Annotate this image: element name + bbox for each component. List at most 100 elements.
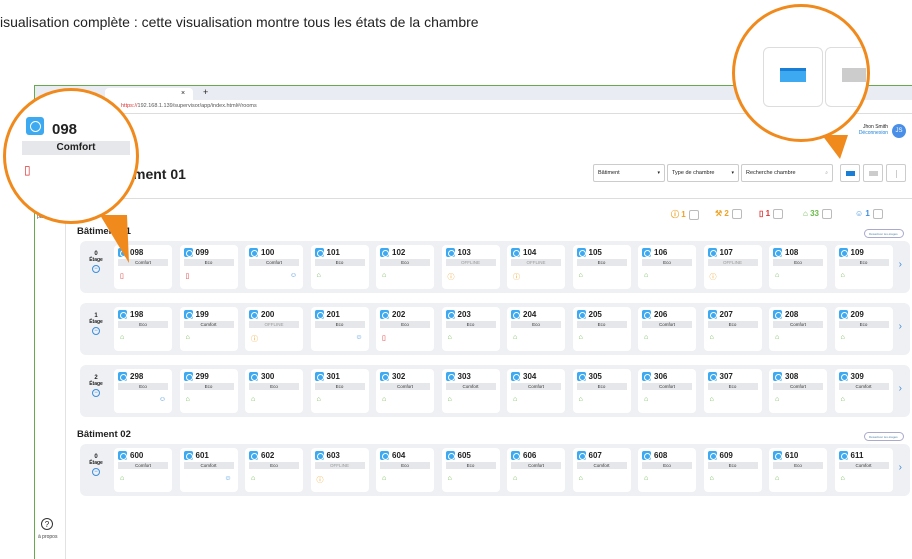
room-card[interactable]: 108 Eco ⌂	[769, 245, 827, 289]
room-card[interactable]: 109 Eco ⌂	[834, 245, 893, 289]
room-card[interactable]: 207 Eco ⌂	[703, 307, 762, 351]
room-card[interactable]: 302 Comfort ⌂	[376, 369, 434, 413]
avatar[interactable]: JS	[892, 124, 906, 138]
room-card[interactable]: 205 Eco ⌂	[572, 307, 631, 351]
room-card[interactable]: 308 Comfort ⌂	[769, 369, 827, 413]
ok-icon: ⌂	[120, 334, 125, 341]
room-card[interactable]: 100 Comfort ☺	[245, 245, 303, 289]
browser-tab[interactable]: ×	[105, 88, 193, 100]
room-card[interactable]: 209 Eco ⌂	[834, 307, 893, 351]
checkbox[interactable]	[688, 209, 699, 220]
room-card[interactable]: 300 Eco ⌂	[245, 369, 303, 413]
room-card[interactable]: 606 Comfort ⌂	[507, 448, 565, 492]
room-card[interactable]: 203 Eco ⌂	[441, 307, 500, 351]
chevron-right-icon[interactable]: ›	[899, 462, 902, 473]
room-card[interactable]: 204 Eco ⌂	[507, 307, 565, 351]
room-card[interactable]: 201 Eco ☺	[310, 307, 369, 351]
view-compact-button[interactable]	[825, 47, 867, 107]
room-card[interactable]: 304 Comfort ⌂	[507, 369, 565, 413]
room-card[interactable]: 208 Comfort ⌂	[769, 307, 827, 351]
room-card[interactable]: 307 Eco ⌂	[703, 369, 762, 413]
callout-pointer	[100, 215, 129, 263]
room-card[interactable]: 206 Comfort ⌂	[638, 307, 696, 351]
new-tab-button[interactable]: +	[203, 87, 208, 97]
search-input[interactable]: Recherche chambre ⌕	[741, 164, 833, 182]
room-card[interactable]: 106 Eco ⌂	[638, 245, 696, 289]
room-card[interactable]: 102 Eco ⌂	[376, 245, 434, 289]
status-alarm[interactable]: ▯ 1	[759, 209, 784, 221]
room-number: 605	[457, 451, 471, 460]
status-warning[interactable]: ⓘ 1	[671, 209, 699, 221]
checkbox[interactable]	[773, 209, 784, 219]
room-card[interactable]: 603 OFFLINE ⓘ	[310, 448, 369, 492]
chevron-right-icon[interactable]: ›	[899, 321, 902, 332]
status-maintenance[interactable]: ⚒ 2	[715, 209, 742, 221]
checkbox[interactable]	[821, 209, 832, 219]
room-card[interactable]: 298 Eco ☺	[114, 369, 172, 413]
status-maintenance-count: 2	[724, 209, 729, 219]
room-card[interactable]: 306 Comfort ⌂	[638, 369, 696, 413]
room-card[interactable]: 305 Eco ⌂	[572, 369, 631, 413]
room-card[interactable]: 301 Eco ⌂	[310, 369, 369, 413]
status-ok[interactable]: ⌂ 33	[803, 209, 832, 221]
warning-icon: ⓘ	[251, 336, 258, 343]
room-card[interactable]: 198 Eco ⌂	[114, 307, 172, 351]
room-status-icon	[445, 248, 455, 257]
user-icon: ☺	[289, 272, 297, 279]
status-occupied[interactable]: ☺ 1	[855, 209, 883, 221]
view-compact-button[interactable]	[863, 164, 883, 182]
room-card[interactable]: 601 Comfort ☺	[179, 448, 238, 492]
view-complete-button[interactable]	[840, 164, 860, 182]
toggle-floors-button[interactable]: Désactiver les étages	[864, 432, 904, 441]
room-card[interactable]: 303 Comfort ⌂	[441, 369, 500, 413]
room-card[interactable]: 099 Eco ▯	[179, 245, 238, 289]
logout-link[interactable]: Déconnexion	[859, 130, 888, 136]
toggle-floors-button[interactable]: Désactiver les étages	[864, 229, 904, 238]
room-card[interactable]: 611 Comfort ⌂	[834, 448, 893, 492]
checkbox[interactable]	[872, 209, 883, 219]
room-mode: Eco	[773, 462, 823, 469]
room-number: 608	[654, 451, 668, 460]
room-status-icon	[838, 451, 848, 460]
room-card[interactable]: 199 Comfort ⌂	[179, 307, 238, 351]
room-card[interactable]: 103 OFFLINE ⓘ	[441, 245, 500, 289]
room-card[interactable]: 604 Eco ⌂	[376, 448, 434, 492]
chevron-right-icon[interactable]: ›	[899, 383, 902, 394]
room-card[interactable]: 605 Eco ⌂	[441, 448, 500, 492]
room-card[interactable]: 608 Eco ⌂	[638, 448, 696, 492]
room-card[interactable]: 309 Comfort ⌂	[834, 369, 893, 413]
room-card[interactable]: 609 Eco ⌂	[703, 448, 762, 492]
view-complete-button[interactable]	[763, 47, 823, 107]
collapse-icon[interactable]: −	[92, 389, 100, 397]
room-card[interactable]: 200 OFFLINE ⓘ	[245, 307, 303, 351]
room-card[interactable]: 202 Eco ▯	[376, 307, 434, 351]
room-card[interactable]: 299 Eco ⌂	[179, 369, 238, 413]
view-list-button[interactable]	[886, 164, 906, 182]
chevron-right-icon[interactable]: ›	[899, 259, 902, 270]
collapse-icon[interactable]: −	[92, 468, 100, 476]
room-card[interactable]: 105 Eco ⌂	[572, 245, 631, 289]
checkbox[interactable]	[731, 209, 742, 219]
room-card[interactable]: 104 OFFLINE ⓘ	[507, 245, 565, 289]
room-card[interactable]: 607 Comfort ⌂	[572, 448, 631, 492]
room-card[interactable]: 600 Comfort ⌂	[114, 448, 172, 492]
room-type-select[interactable]: Type de chambre ▾	[667, 164, 739, 182]
url-protocol: https://	[121, 103, 138, 109]
building-select[interactable]: Bâtiment ▾	[593, 164, 665, 182]
ok-icon: ⌂	[775, 396, 780, 403]
url-text[interactable]: https://192.168.1.139/supervisor/app/ind…	[121, 103, 257, 109]
collapse-icon[interactable]: −	[92, 265, 100, 273]
view-complete-icon	[780, 68, 806, 82]
room-card[interactable]: 107 OFFLINE ⓘ	[703, 245, 762, 289]
room-card[interactable]: 602 Eco ⌂	[245, 448, 303, 492]
tab-close-icon[interactable]: ×	[181, 90, 185, 97]
room-mode: OFFLINE	[314, 462, 365, 469]
help-icon[interactable]: ?	[41, 518, 53, 530]
room-number: 200	[261, 310, 275, 319]
user-icon: ☺	[158, 396, 166, 403]
room-card[interactable]: 610 Eco ⌂	[769, 448, 827, 492]
room-card[interactable]: 101 Eco ⌂	[310, 245, 369, 289]
search-placeholder: Recherche chambre	[746, 170, 796, 176]
sidebar-item-a-propos[interactable]: à propos	[38, 534, 57, 540]
collapse-icon[interactable]: −	[92, 327, 100, 335]
